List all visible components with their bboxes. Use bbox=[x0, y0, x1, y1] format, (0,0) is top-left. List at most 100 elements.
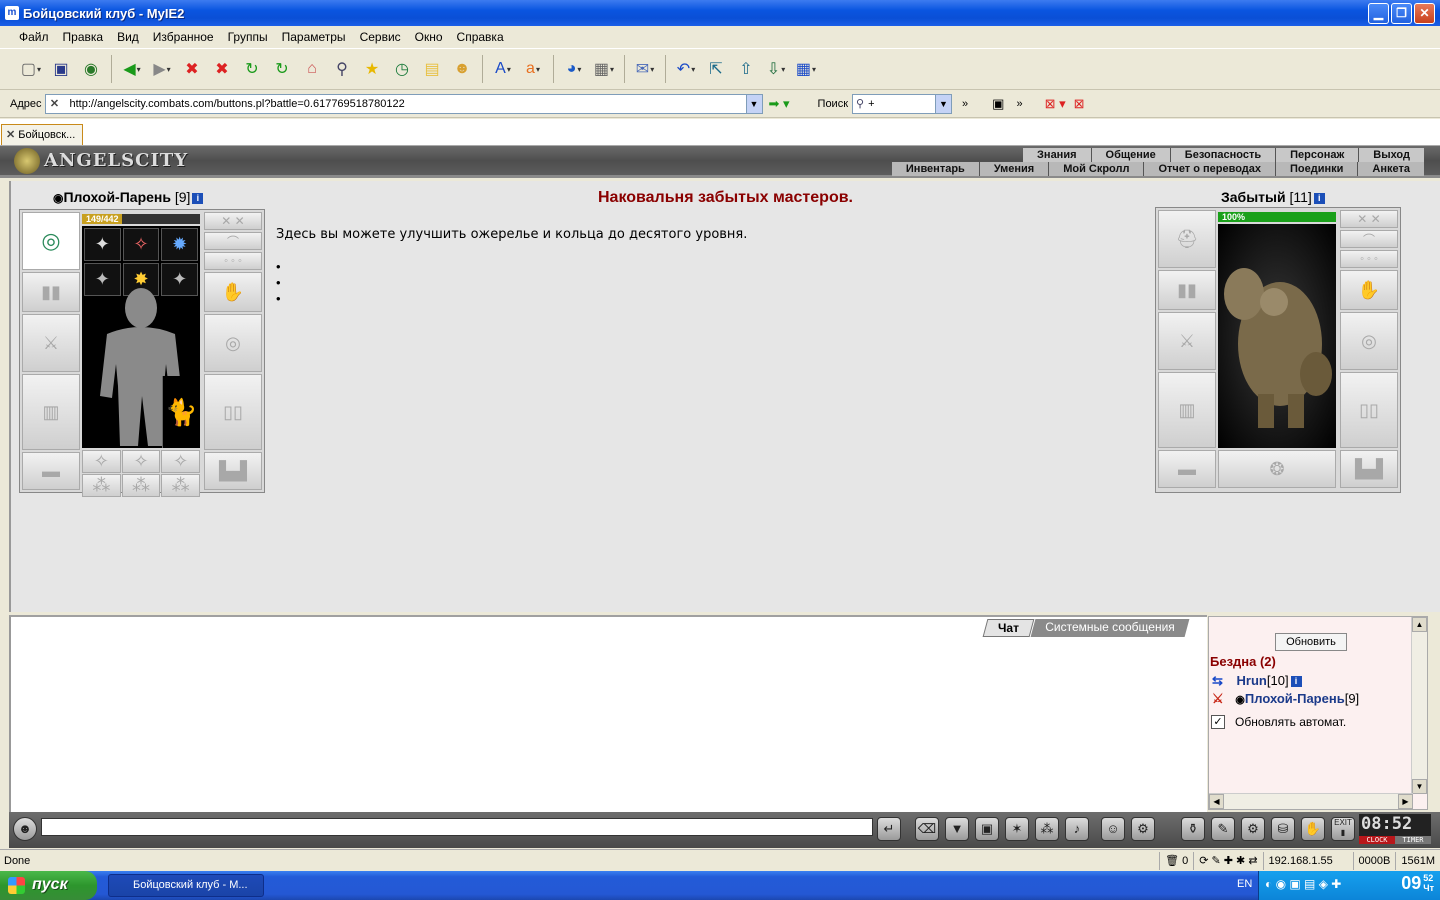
menu-view[interactable]: Вид bbox=[110, 30, 146, 44]
globe-icon[interactable]: ◕ bbox=[561, 56, 587, 82]
home-icon[interactable]: ⌂ bbox=[299, 56, 325, 82]
save-icon[interactable]: ▣ bbox=[48, 56, 74, 82]
menu-groups[interactable]: Группы bbox=[221, 30, 275, 44]
shield-slot[interactable]: ◎ bbox=[204, 314, 262, 372]
smiley-icon[interactable]: ☺ bbox=[1101, 817, 1125, 841]
nav-profile[interactable]: Анкета bbox=[1357, 162, 1424, 176]
horizontal-scrollbar[interactable]: ◀ ▶ bbox=[1209, 793, 1413, 809]
bracers-slot[interactable]: ▮▮ bbox=[22, 272, 80, 312]
nav-exit[interactable]: Выход bbox=[1358, 148, 1424, 162]
more-chevron-icon[interactable]: » bbox=[962, 98, 968, 110]
scroll-slot[interactable]: ✧ bbox=[122, 228, 160, 261]
exit-button[interactable]: EXIT ▮ bbox=[1331, 817, 1355, 841]
action-icon[interactable]: ✶ bbox=[1005, 817, 1029, 841]
close-tab-icon[interactable]: ⊠ ▾ bbox=[1045, 96, 1066, 112]
favorites-icon[interactable]: ★ bbox=[359, 56, 385, 82]
restore-button[interactable]: ❐ bbox=[1391, 2, 1412, 24]
filter-icon[interactable]: ▼ bbox=[945, 817, 969, 841]
mail-icon[interactable]: ✉ bbox=[632, 56, 658, 82]
minimize-button[interactable]: ▁ bbox=[1368, 2, 1389, 24]
nav-skills[interactable]: Умения bbox=[978, 162, 1048, 176]
stop-all-icon[interactable]: ✖ bbox=[209, 56, 235, 82]
scroll-right-icon[interactable]: ▶ bbox=[1398, 794, 1413, 809]
sound-icon[interactable]: ♪ bbox=[1065, 817, 1089, 841]
belt-slot[interactable]: ▬ bbox=[22, 452, 80, 490]
quill-icon[interactable]: ✎ bbox=[1211, 817, 1235, 841]
more-chevron-icon-2[interactable]: » bbox=[1016, 98, 1022, 110]
menu-window[interactable]: Окно bbox=[408, 30, 450, 44]
menu-help[interactable]: Справка bbox=[450, 30, 511, 44]
ring-slot[interactable]: ✧ bbox=[82, 450, 121, 473]
user-icon[interactable]: ☻ bbox=[449, 56, 475, 82]
leggings-slot[interactable]: ▯▯ bbox=[1340, 372, 1398, 448]
auto-refresh-checkbox[interactable]: ✓ bbox=[1211, 715, 1225, 729]
battle-icon[interactable]: ⚔ bbox=[1212, 691, 1224, 706]
save-chat-icon[interactable]: ▣ bbox=[975, 817, 999, 841]
rune-slot[interactable]: ⁂ bbox=[121, 474, 161, 497]
settings-icon[interactable]: ⚙ bbox=[1131, 817, 1155, 841]
helmet-slot[interactable]: ⛑ bbox=[1158, 210, 1216, 268]
save-as-icon[interactable]: ◉ bbox=[78, 56, 104, 82]
undo-close-icon[interactable]: ↶ bbox=[673, 56, 699, 82]
scroll-up-icon[interactable]: ▲ bbox=[1412, 617, 1427, 632]
tile-icon[interactable]: ▦ bbox=[793, 56, 819, 82]
menu-options[interactable]: Параметры bbox=[275, 30, 353, 44]
menu-edit[interactable]: Правка bbox=[56, 30, 111, 44]
search-dropdown-icon[interactable]: ▼ bbox=[935, 94, 952, 113]
bag-icon[interactable]: ⛁ bbox=[1271, 817, 1295, 841]
search-input[interactable]: ⚲ + ▼ bbox=[852, 93, 953, 114]
scroll-slot[interactable]: ✹ bbox=[161, 228, 198, 261]
address-input[interactable]: ✕ http://angelscity.combats.com/buttons.… bbox=[44, 93, 763, 114]
private-message-icon[interactable]: ⇆ bbox=[1212, 673, 1223, 688]
window-down-icon[interactable]: ⇩ bbox=[763, 56, 789, 82]
nav-my-scroll[interactable]: Мой Скролл bbox=[1048, 162, 1143, 176]
menu-favorites[interactable]: Избранное bbox=[146, 30, 221, 44]
boots-slot[interactable]: ▙▟ bbox=[1340, 450, 1398, 488]
potion-icon[interactable]: ⚱ bbox=[1181, 817, 1205, 841]
belt-slot[interactable]: ▬ bbox=[1158, 450, 1216, 488]
clock-label[interactable]: CLOCK bbox=[1359, 836, 1395, 844]
earrings-slot[interactable]: ✕ ✕ bbox=[1340, 210, 1398, 228]
menu-tools[interactable]: Сервис bbox=[353, 30, 408, 44]
taskbar-item-browser[interactable]: Бойцовский клуб - M... bbox=[108, 874, 264, 897]
online-user-row[interactable]: ⇆ Hrun[10] i bbox=[1212, 673, 1302, 689]
stop-icon[interactable]: ✖ bbox=[179, 56, 205, 82]
armor-slot[interactable]: ▥ bbox=[22, 374, 80, 450]
send-icon[interactable]: ↵ bbox=[877, 817, 901, 841]
rings-slot[interactable]: ◦ ◦ ◦ bbox=[204, 252, 262, 270]
vertical-scrollbar[interactable]: ▲ ▼ bbox=[1411, 617, 1427, 794]
weapon-slot[interactable]: ⚔ bbox=[22, 314, 80, 372]
tab-chat[interactable]: Чат bbox=[982, 619, 1034, 637]
leggings-slot[interactable]: ▯▯ bbox=[204, 374, 262, 450]
open-new-icon[interactable]: ⇱ bbox=[703, 56, 729, 82]
hand-icon[interactable]: ✋ bbox=[1301, 817, 1325, 841]
menu-file[interactable]: Файл bbox=[12, 30, 56, 44]
weapon-slot[interactable]: ⚔ bbox=[1158, 312, 1216, 370]
nav-knowledge[interactable]: Знания bbox=[1023, 148, 1090, 162]
timer-label[interactable]: TIMER bbox=[1395, 836, 1431, 844]
amulet-slot[interactable]: ◎ bbox=[22, 212, 80, 270]
gloves-slot[interactable]: ✋ bbox=[1340, 270, 1398, 310]
nav-communication[interactable]: Общение bbox=[1090, 148, 1170, 162]
scroll-down-icon[interactable]: ▼ bbox=[1412, 779, 1427, 794]
necklace-slot[interactable]: ⌒ bbox=[1340, 230, 1398, 248]
language-indicator[interactable]: EN bbox=[1237, 878, 1252, 890]
forward-icon[interactable]: ▶ bbox=[149, 56, 175, 82]
rings-slot[interactable]: ◦ ◦ ◦ bbox=[1340, 250, 1398, 268]
ring-slot[interactable]: ✧ bbox=[161, 450, 200, 473]
history-icon[interactable]: ◷ bbox=[389, 56, 415, 82]
ring-slot[interactable]: ✧ bbox=[121, 450, 161, 473]
address-dropdown-icon[interactable]: ▼ bbox=[745, 94, 762, 113]
shield-slot[interactable]: ◎ bbox=[1340, 312, 1398, 370]
info-icon[interactable]: i bbox=[1313, 192, 1325, 204]
pet-cat-icon[interactable]: 🐈 bbox=[162, 376, 200, 448]
media-icon[interactable]: ▦ bbox=[591, 56, 617, 82]
text-size-icon[interactable]: A bbox=[490, 56, 516, 82]
rune-slot[interactable]: ⁂ bbox=[161, 474, 200, 497]
armor-slot[interactable]: ▥ bbox=[1158, 372, 1216, 448]
nav-security[interactable]: Безопасность bbox=[1169, 148, 1275, 162]
info-icon[interactable]: i bbox=[1290, 676, 1302, 688]
refresh-icon[interactable]: ↻ bbox=[239, 56, 265, 82]
necklace-slot[interactable]: ⌒ bbox=[204, 232, 262, 250]
gear-icon[interactable]: ⚙ bbox=[1241, 817, 1265, 841]
